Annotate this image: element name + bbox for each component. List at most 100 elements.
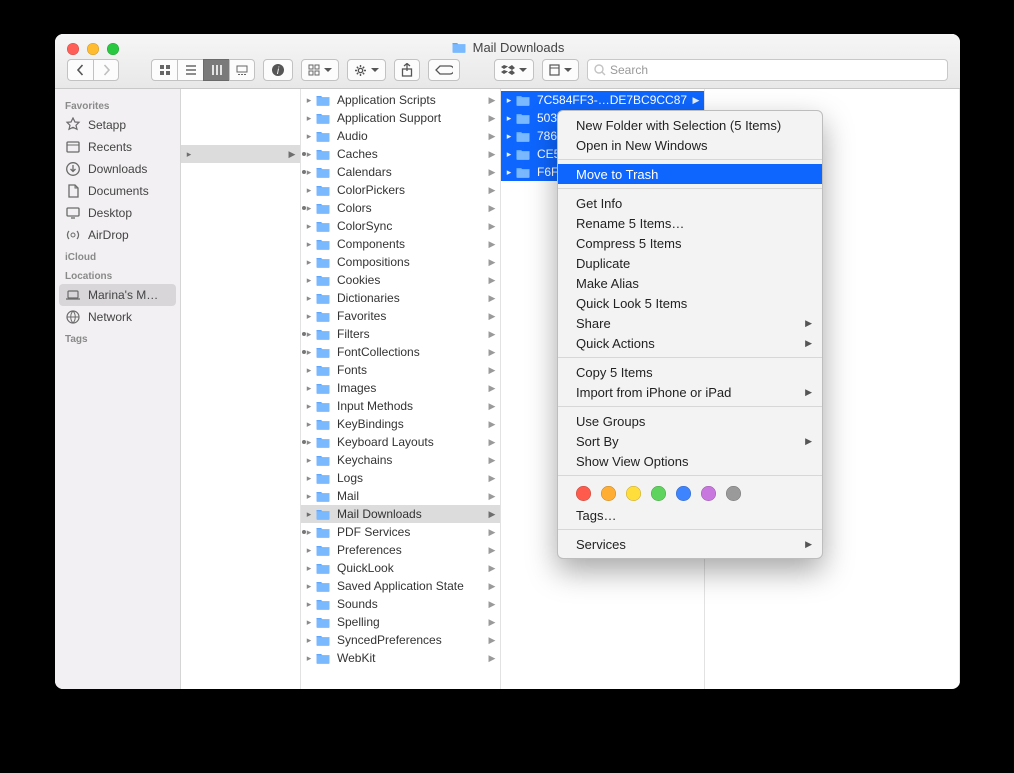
folder-icon: [315, 364, 331, 377]
folder-row[interactable]: ▸Favorites▶: [301, 307, 500, 325]
folder-row[interactable]: ▸Saved Application State▶: [301, 577, 500, 595]
column0-path-row[interactable]: ▸▶: [181, 145, 300, 163]
folder-icon: [315, 634, 331, 647]
folder-label: Components: [337, 237, 488, 251]
list-view-button[interactable]: [177, 59, 203, 81]
folder-row[interactable]: ▸KeyBindings▶: [301, 415, 500, 433]
sidebar-item[interactable]: Marina's M…: [59, 284, 176, 306]
tag-dot[interactable]: [726, 486, 741, 501]
menu-item[interactable]: Compress 5 Items: [558, 233, 822, 253]
folder-row[interactable]: ▸Calendars▶: [301, 163, 500, 181]
sidebar-item[interactable]: Documents: [55, 180, 180, 202]
folder-row[interactable]: ▸Images▶: [301, 379, 500, 397]
folder-icon: [315, 220, 331, 233]
folder-row[interactable]: ▸Preferences▶: [301, 541, 500, 559]
menu-item[interactable]: New Folder with Selection (5 Items): [558, 115, 822, 135]
folder-row[interactable]: ▸FontCollections▶: [301, 343, 500, 361]
menu-item[interactable]: Move to Trash: [558, 164, 822, 184]
folder-row[interactable]: ▸Fonts▶: [301, 361, 500, 379]
column-1[interactable]: ▸Application Scripts▶▸Application Suppor…: [301, 89, 501, 689]
menu-item[interactable]: Import from iPhone or iPad: [558, 382, 822, 402]
folder-row[interactable]: ▸WebKit▶: [301, 649, 500, 667]
group-button[interactable]: [301, 59, 339, 81]
menu-item[interactable]: Show View Options: [558, 451, 822, 471]
folder-row[interactable]: ▸Compositions▶: [301, 253, 500, 271]
menu-item[interactable]: Sort By: [558, 431, 822, 451]
menu-item-label: Use Groups: [576, 414, 645, 429]
menu-separator: [558, 529, 822, 530]
folder-row[interactable]: ▸Spelling▶: [301, 613, 500, 631]
folder-row[interactable]: ▸QuickLook▶: [301, 559, 500, 577]
tag-dot[interactable]: [701, 486, 716, 501]
folder-label: ColorSync: [337, 219, 488, 233]
tag-dot[interactable]: [576, 486, 591, 501]
share-button[interactable]: [394, 59, 420, 81]
menu-item[interactable]: Quick Actions: [558, 333, 822, 353]
sidebar-group-header: Locations: [55, 265, 180, 284]
search-field[interactable]: Search: [587, 59, 948, 81]
folder-row[interactable]: ▸Mail Downloads▶: [301, 505, 500, 523]
folder-row[interactable]: ▸Input Methods▶: [301, 397, 500, 415]
folder-row[interactable]: ▸ColorPickers▶: [301, 181, 500, 199]
sidebar-item[interactable]: Setapp: [55, 114, 180, 136]
folder-label: Sounds: [337, 597, 488, 611]
folder-row[interactable]: ▸Keychains▶: [301, 451, 500, 469]
folder-row[interactable]: ▸PDF Services▶: [301, 523, 500, 541]
column-0[interactable]: ▸▶: [181, 89, 301, 689]
sidebar-item[interactable]: AirDrop: [55, 224, 180, 246]
menu-item[interactable]: Get Info: [558, 193, 822, 213]
menu-item-label: Compress 5 Items: [576, 236, 681, 251]
folder-icon: [515, 94, 531, 107]
folder-row[interactable]: ▸Dictionaries▶: [301, 289, 500, 307]
menu-item[interactable]: Tags…: [558, 505, 822, 525]
tag-dot[interactable]: [601, 486, 616, 501]
icon-view-button[interactable]: [151, 59, 177, 81]
menu-item-label: Show View Options: [576, 454, 689, 469]
tag-dot[interactable]: [651, 486, 666, 501]
menu-item[interactable]: Make Alias: [558, 273, 822, 293]
sidebar-item[interactable]: Recents: [55, 136, 180, 158]
folder-row[interactable]: ▸Cookies▶: [301, 271, 500, 289]
folder-row[interactable]: ▸Components▶: [301, 235, 500, 253]
back-button[interactable]: [67, 59, 93, 81]
tag-dot[interactable]: [626, 486, 641, 501]
folder-row[interactable]: ▸Logs▶: [301, 469, 500, 487]
action-button[interactable]: [347, 59, 386, 81]
folder-row[interactable]: ▸ColorSync▶: [301, 217, 500, 235]
folder-icon: [315, 544, 331, 557]
sidebar-item[interactable]: Network: [55, 306, 180, 328]
folder-row[interactable]: ▸Colors▶: [301, 199, 500, 217]
sidebar-item-label: Marina's M…: [88, 288, 158, 302]
folder-row[interactable]: ▸Mail▶: [301, 487, 500, 505]
folder-row[interactable]: ▸Application Scripts▶: [301, 91, 500, 109]
menu-item-label: Share: [576, 316, 611, 331]
menu-item[interactable]: Duplicate: [558, 253, 822, 273]
folder-label: Application Scripts: [337, 93, 488, 107]
menu-item-label: Open in New Windows: [576, 138, 708, 153]
tags-button[interactable]: [428, 59, 460, 81]
info-button[interactable]: i: [263, 59, 293, 81]
dropbox-button[interactable]: [494, 59, 534, 81]
sidebar-item[interactable]: Desktop: [55, 202, 180, 224]
folder-row[interactable]: ▸Sounds▶: [301, 595, 500, 613]
sidebar-item[interactable]: Downloads: [55, 158, 180, 180]
folder-row[interactable]: ▸Audio▶: [301, 127, 500, 145]
folder-row[interactable]: ▸Caches▶: [301, 145, 500, 163]
menu-item[interactable]: Rename 5 Items…: [558, 213, 822, 233]
tag-dot[interactable]: [676, 486, 691, 501]
folder-row[interactable]: ▸Filters▶: [301, 325, 500, 343]
folder-row[interactable]: ▸Application Support▶: [301, 109, 500, 127]
menu-item[interactable]: Copy 5 Items: [558, 362, 822, 382]
forward-button[interactable]: [93, 59, 119, 81]
folder-row[interactable]: ▸SyncedPreferences▶: [301, 631, 500, 649]
column-view-button[interactable]: [203, 59, 229, 81]
menu-item[interactable]: Open in New Windows: [558, 135, 822, 155]
folder-row[interactable]: ▸7C584FF3-…DE7BC9CC87▶: [501, 91, 704, 109]
menu-item[interactable]: Share: [558, 313, 822, 333]
path-button[interactable]: [542, 59, 579, 81]
folder-row[interactable]: ▸Keyboard Layouts▶: [301, 433, 500, 451]
menu-item[interactable]: Quick Look 5 Items: [558, 293, 822, 313]
menu-item[interactable]: Services: [558, 534, 822, 554]
menu-item[interactable]: Use Groups: [558, 411, 822, 431]
gallery-view-button[interactable]: [229, 59, 255, 81]
